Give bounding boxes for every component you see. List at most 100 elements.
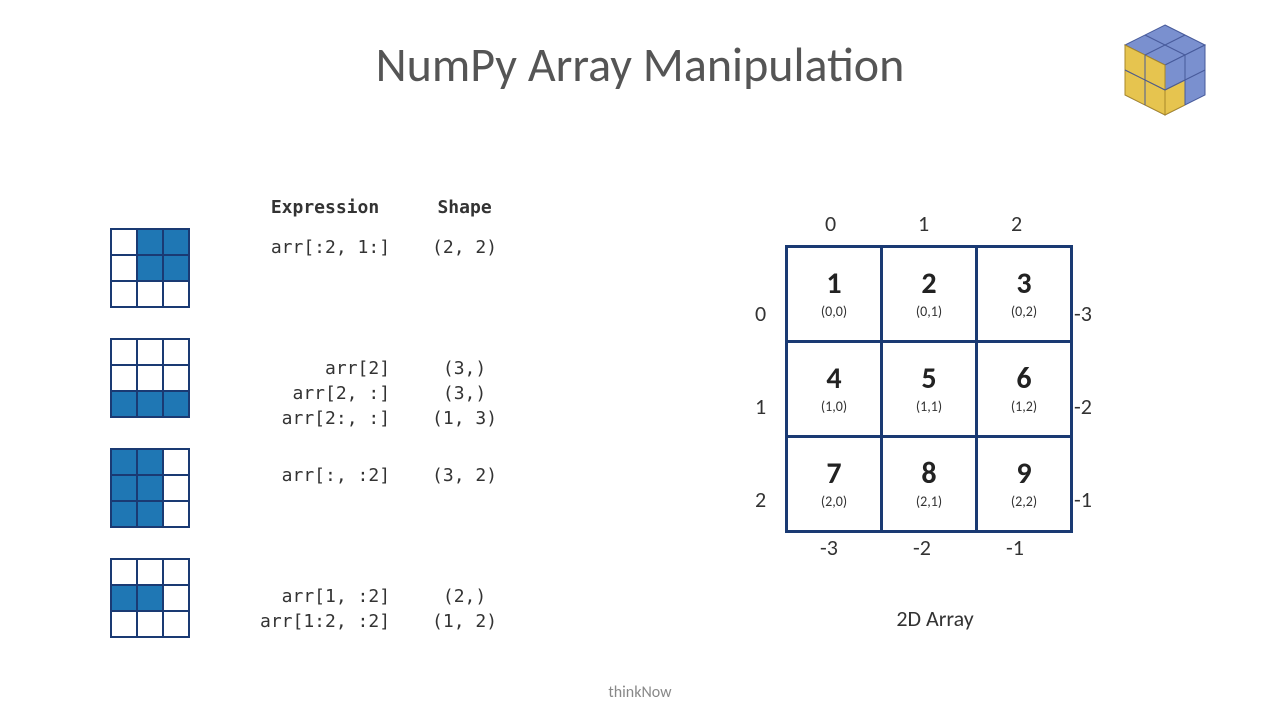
array-2d-grid: 1 (0,0) 2 (0,1) 3 (0,2) 4 (1,0) 5 (1,1) 6 (1,2) 7 (2,… (785, 245, 1073, 533)
array-cell-coord: (1,1) (884, 398, 974, 415)
axis-top: 1 (918, 210, 929, 237)
array-cell: 1 (0,0) (787, 247, 882, 342)
array-2d-caption: 2D Array (725, 605, 1145, 632)
grid-cell (163, 585, 189, 611)
array-cell-coord: (0,2) (979, 303, 1069, 320)
array-cell-value: 6 (979, 364, 1069, 394)
grid-cell (111, 501, 137, 527)
array-cell: 9 (2,2) (977, 437, 1072, 532)
axis-left: 2 (755, 486, 766, 513)
expression-cell: arr[:2, 1:] (240, 236, 410, 259)
array-cell-value: 5 (884, 364, 974, 394)
grid-cell (111, 229, 137, 255)
axis-right: -3 (1074, 300, 1092, 327)
slice-grid (110, 228, 190, 308)
slice-grid (110, 338, 190, 418)
axis-left: 1 (755, 393, 766, 420)
grid-cell (111, 611, 137, 637)
grid-cell (137, 255, 163, 281)
grid-cell (137, 281, 163, 307)
array-cell-coord: (2,2) (979, 493, 1069, 510)
grid-cell (111, 585, 137, 611)
grid-cell (111, 475, 137, 501)
grid-cell (111, 255, 137, 281)
slice-grid (110, 448, 190, 528)
grid-cell (137, 365, 163, 391)
array-cell-coord: (1,0) (789, 398, 879, 415)
array-cell-value: 1 (789, 269, 879, 299)
grid-cell (137, 391, 163, 417)
grid-cell (137, 559, 163, 585)
axis-top: 0 (825, 210, 836, 237)
shape-cell: (3, 2) (412, 464, 517, 487)
shape-cell: (1, 3) (412, 407, 517, 430)
grid-cell (137, 229, 163, 255)
array-cube-icon (1085, 10, 1245, 150)
array-cell: 4 (1,0) (787, 342, 882, 437)
shape-cell: (2,) (412, 585, 517, 608)
grid-cell (163, 281, 189, 307)
array-cell-coord: (1,2) (979, 398, 1069, 415)
grid-cell (111, 339, 137, 365)
axis-right: -2 (1074, 393, 1092, 420)
array-cell-value: 7 (789, 459, 879, 489)
grid-cell (111, 559, 137, 585)
grid-cell (163, 449, 189, 475)
grid-cell (163, 501, 189, 527)
grid-cell (111, 449, 137, 475)
expression-cell: arr[2:, :] (240, 407, 410, 430)
axis-top: 2 (1011, 210, 1022, 237)
grid-cell (137, 585, 163, 611)
slice-grids (110, 228, 190, 668)
grid-cell (137, 611, 163, 637)
shape-cell: (3,) (412, 357, 517, 380)
array-cell-value: 3 (979, 269, 1069, 299)
grid-cell (163, 559, 189, 585)
axis-bottom: -3 (820, 534, 838, 561)
array-cell-value: 9 (979, 459, 1069, 489)
array-cell: 7 (2,0) (787, 437, 882, 532)
array-cell: 6 (1,2) (977, 342, 1072, 437)
array-cell-coord: (0,0) (789, 303, 879, 320)
array-cell-coord: (2,1) (884, 493, 974, 510)
expression-cell: arr[2] (240, 357, 410, 380)
footer-brand: thinkNow (0, 683, 1280, 702)
grid-cell (163, 475, 189, 501)
array-cell-value: 8 (884, 459, 974, 489)
grid-cell (111, 391, 137, 417)
axis-right: -1 (1074, 486, 1092, 513)
expression-cell: arr[:, :2] (240, 464, 410, 487)
grid-cell (163, 611, 189, 637)
slide: NumPy Array Manipulation (0, 0, 1280, 720)
axis-left: 0 (755, 300, 766, 327)
grid-cell (163, 365, 189, 391)
col-expression: Expression (240, 197, 410, 234)
grid-cell (111, 281, 137, 307)
grid-cell (137, 339, 163, 365)
grid-cell (137, 501, 163, 527)
shape-cell: (2, 2) (412, 236, 517, 259)
slice-grid (110, 558, 190, 638)
array-cell: 3 (0,2) (977, 247, 1072, 342)
grid-cell (163, 255, 189, 281)
shape-cell: (3,) (412, 382, 517, 405)
array-cell: 8 (2,1) (882, 437, 977, 532)
array-cell: 5 (1,1) (882, 342, 977, 437)
grid-cell (163, 339, 189, 365)
grid-cell (137, 449, 163, 475)
shape-cell: (1, 2) (412, 610, 517, 633)
grid-cell (111, 365, 137, 391)
grid-cell (137, 475, 163, 501)
expression-cell: arr[1:2, :2] (240, 610, 410, 633)
expression-cell: arr[2, :] (240, 382, 410, 405)
axis-bottom: -1 (1006, 534, 1024, 561)
array-cell-coord: (2,0) (789, 493, 879, 510)
grid-cell (163, 391, 189, 417)
grid-cell (163, 229, 189, 255)
array-cell-value: 4 (789, 364, 879, 394)
array-cell: 2 (0,1) (882, 247, 977, 342)
array-cell-value: 2 (884, 269, 974, 299)
array-cell-coord: (0,1) (884, 303, 974, 320)
expression-shape-table: Expression Shape arr[:2, 1:](2, 2) arr[2]… (238, 195, 519, 635)
col-shape: Shape (412, 197, 517, 234)
